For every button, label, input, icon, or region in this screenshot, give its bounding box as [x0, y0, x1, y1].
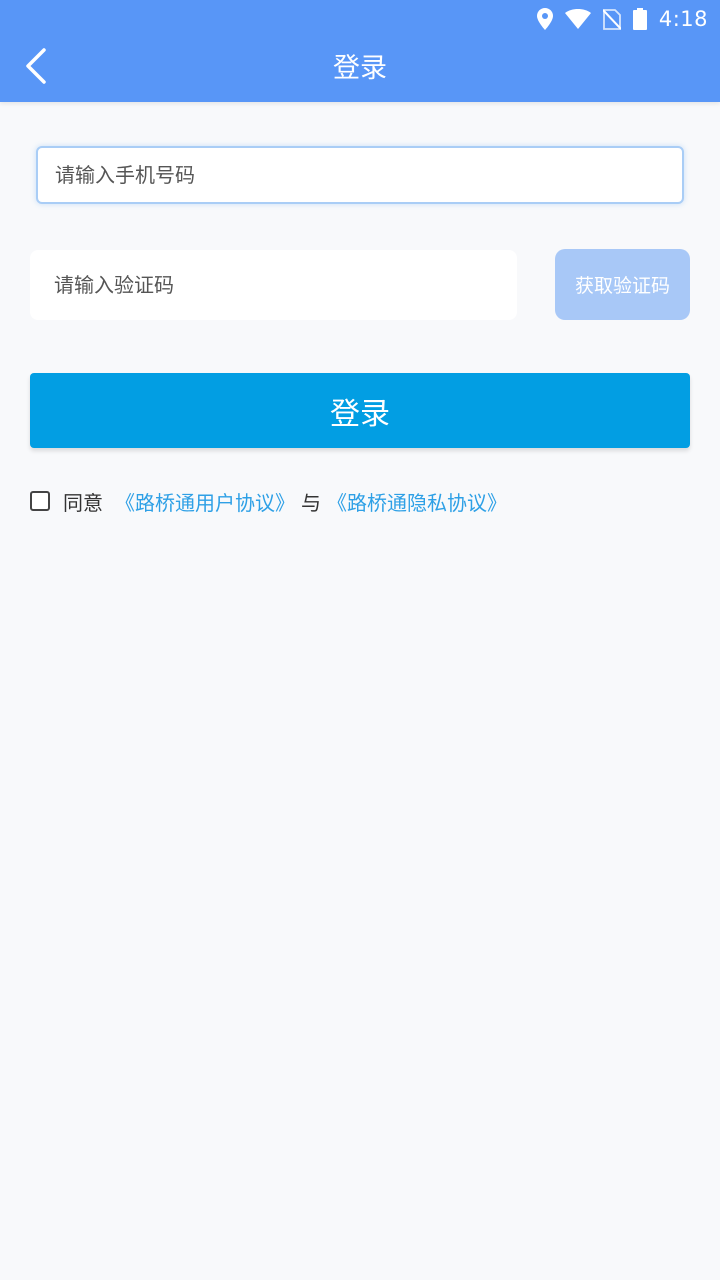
agree-checkbox[interactable] [30, 491, 50, 511]
phone-input[interactable] [38, 148, 682, 202]
privacy-agreement-link[interactable]: 《路桥通隐私协议》 [327, 487, 507, 516]
page-title: 登录 [333, 53, 387, 84]
agreement-row: 同意 《路桥通用户协议》 与 《路桥通隐私协议》 [30, 484, 507, 518]
agreement-joiner: 与 [301, 490, 321, 515]
location-icon [536, 8, 553, 30]
login-button[interactable]: 登录 [30, 373, 690, 448]
agree-label: 同意 [63, 490, 103, 515]
status-time: 4:18 [658, 7, 708, 31]
verification-code-input[interactable] [30, 250, 517, 320]
wifi-icon [564, 9, 591, 29]
get-code-button[interactable]: 获取验证码 [555, 249, 690, 320]
user-agreement-link[interactable]: 《路桥通用户协议》 [115, 487, 295, 516]
app-bar: 4:18 登录 [0, 0, 720, 102]
battery-icon [632, 8, 647, 30]
code-input-container [30, 250, 517, 320]
status-bar: 4:18 [0, 0, 720, 38]
no-sim-icon [602, 8, 621, 30]
phone-input-container [36, 146, 684, 204]
status-icons: 4:18 [536, 6, 708, 32]
